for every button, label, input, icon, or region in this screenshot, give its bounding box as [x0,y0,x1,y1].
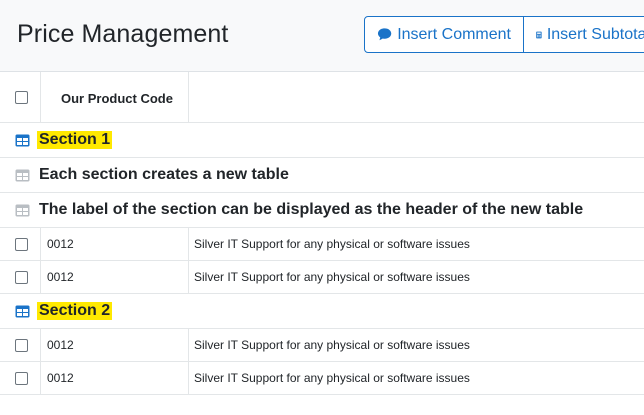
table-row[interactable]: 0012 Silver IT Support for any physical … [0,228,644,261]
row-checkbox[interactable] [15,238,28,251]
select-all-checkbox[interactable] [15,91,28,104]
insert-comment-label: Insert Comment [397,25,511,43]
row-checkbox[interactable] [15,339,28,352]
section-label: Section 1 [37,131,113,149]
text-row[interactable]: The label of the section can be displaye… [0,193,644,228]
product-description: Silver IT Support for any physical or so… [194,371,470,385]
table-icon [15,169,30,182]
comment-icon [377,28,392,41]
product-description: Silver IT Support for any physical or so… [194,237,470,251]
table-icon [15,134,30,147]
section-row[interactable]: Section 2 [0,294,644,329]
section-row[interactable]: Section 1 [0,123,644,158]
row-check-cell [0,362,41,394]
product-code: 0012 [47,270,74,284]
table-header-row: Our Product Code [0,72,644,123]
product-code-column-header[interactable]: Our Product Code [61,91,173,106]
section-label: Section 2 [37,302,113,320]
product-code: 0012 [47,371,74,385]
insert-subtotal-button[interactable]: Insert Subtotal [523,16,644,53]
row-check-cell [0,261,41,293]
product-code: 0012 [47,237,74,251]
row-checkbox[interactable] [15,271,28,284]
page-title: Price Management [17,20,229,48]
table-row[interactable]: 0012 Silver IT Support for any physical … [0,329,644,362]
text-row[interactable]: Each section creates a new table [0,158,644,193]
table-row[interactable]: 0012 Silver IT Support for any physical … [0,362,644,395]
table-row[interactable]: 0012 Silver IT Support for any physical … [0,261,644,294]
insert-comment-button[interactable]: Insert Comment [364,16,524,53]
row-checkbox[interactable] [15,372,28,385]
table-icon [15,305,30,318]
calculator-icon [536,31,542,38]
product-code: 0012 [47,338,74,352]
row-check-cell [0,228,41,260]
page-header: Price Management Insert Comment Insert S… [0,0,644,72]
table-icon [15,204,30,217]
insert-subtotal-label: Insert Subtotal [546,25,644,43]
product-description: Silver IT Support for any physical or so… [194,270,470,284]
text-row-label: Each section creates a new table [39,166,289,183]
row-check-cell [0,329,41,361]
text-row-label: The label of the section can be displaye… [39,201,584,218]
product-description: Silver IT Support for any physical or so… [194,338,470,352]
select-all-cell [0,72,41,122]
